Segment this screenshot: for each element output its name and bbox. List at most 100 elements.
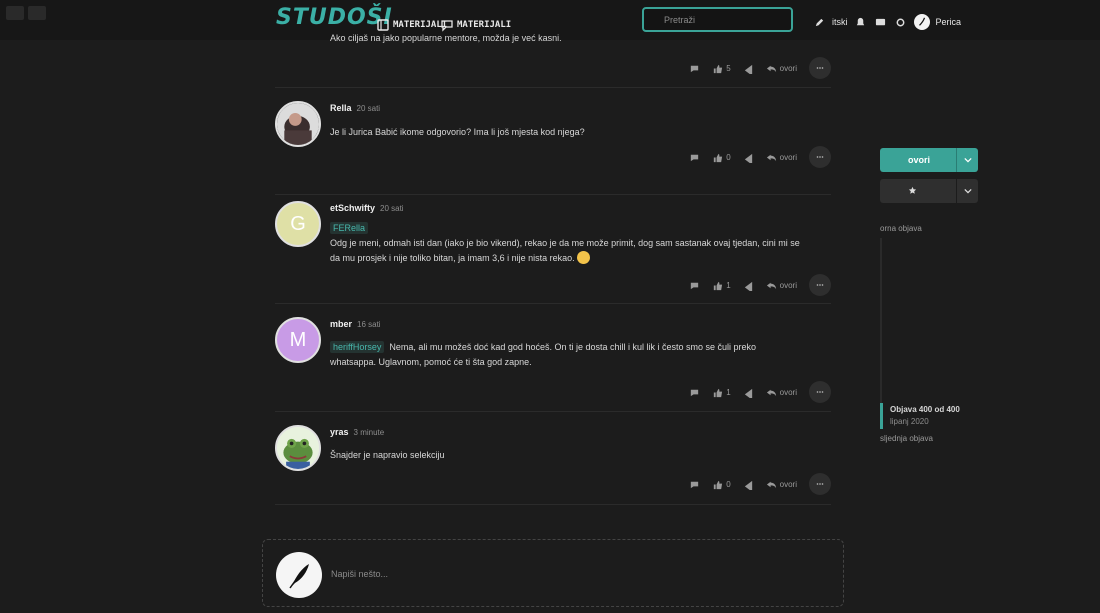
share-button[interactable] <box>743 152 754 163</box>
post-time[interactable]: 20 sati <box>357 104 381 113</box>
mention-link[interactable]: heriffHorsey <box>330 341 385 353</box>
post-text: Je li Jurica Babić ikome odgovorio? Ima … <box>330 127 585 137</box>
message-icon[interactable] <box>874 15 888 29</box>
post-time[interactable]: 16 sati <box>357 320 381 329</box>
search-input[interactable] <box>644 9 791 30</box>
more-options-icon[interactable] <box>809 274 831 296</box>
reply-label: ovori <box>779 280 797 290</box>
scrubber-position-date: lipanj 2020 <box>890 417 929 426</box>
share-button[interactable] <box>743 479 754 490</box>
reply-button[interactable]: ovori <box>766 63 797 74</box>
post-item: Rella 20 sati Je li Jurica Babić ikome o… <box>275 88 831 195</box>
reply-quote-button[interactable] <box>689 280 700 291</box>
mention-link[interactable]: FERella <box>330 222 369 234</box>
feather-icon <box>276 552 322 598</box>
chevron-down-icon[interactable] <box>956 148 978 172</box>
author-name[interactable]: mber <box>330 319 352 329</box>
more-options-icon[interactable] <box>809 57 831 79</box>
more-options-icon[interactable] <box>809 381 831 403</box>
reply-button[interactable]: ovori <box>766 479 797 490</box>
reply-icon <box>766 65 776 72</box>
avatar-letter: G <box>290 212 306 235</box>
post-text-block: heriffHorsey Nema, ali mu možeš doć kad … <box>330 340 800 370</box>
like-button[interactable]: 1 <box>712 387 731 398</box>
scrubber-track[interactable] <box>880 238 882 403</box>
scrubber-last-post-link[interactable]: sljednja objava <box>880 434 933 443</box>
post-text: Šnajder je napravio selekciju <box>330 450 445 460</box>
like-button[interactable]: 0 <box>712 152 731 163</box>
quote-icon <box>691 65 699 72</box>
author-name[interactable]: etSchwifty <box>330 203 375 213</box>
chevron-down-icon[interactable] <box>956 179 978 203</box>
reply-composer[interactable] <box>262 539 844 607</box>
post-feed: Ako ciljaš na jako popularne mentore, mo… <box>275 28 831 505</box>
thumbs-up-icon <box>714 64 723 73</box>
notifications-icon[interactable] <box>28 6 46 20</box>
thumbs-up-icon <box>714 281 723 290</box>
like-button[interactable]: 1 <box>712 280 731 291</box>
reply-quote-button[interactable] <box>689 152 700 163</box>
user-area: itski Perica <box>812 14 961 30</box>
like-count: 0 <box>726 479 731 489</box>
more-options-icon[interactable] <box>809 146 831 168</box>
scrubber-position-label: Objava 400 od 400 <box>890 405 960 414</box>
post-time[interactable]: 3 minute <box>354 428 385 437</box>
author-line: etSchwifty 20 sati <box>330 203 404 213</box>
quote-icon <box>691 389 699 396</box>
thumbs-up-icon <box>714 153 723 162</box>
username-partial[interactable]: itski <box>832 17 848 27</box>
post-item: G etSchwifty 20 sati FERella Odg je meni… <box>275 195 831 304</box>
reply-quote-button[interactable] <box>689 63 700 74</box>
bell-icon[interactable] <box>854 15 868 29</box>
avatar[interactable] <box>275 101 321 147</box>
author-line: yras 3 minute <box>330 427 384 437</box>
share-button[interactable] <box>743 63 754 74</box>
edit-icon[interactable] <box>812 15 826 29</box>
post-actions: 1 ovori <box>689 274 831 296</box>
quote-icon <box>691 481 699 488</box>
reply-label: ovori <box>779 479 797 489</box>
avatar[interactable]: G <box>275 201 321 247</box>
share-button[interactable] <box>743 280 754 291</box>
post-actions: 1 ovori <box>689 381 831 403</box>
post-item: M mber 16 sati heriffHorsey Nema, ali mu… <box>275 304 831 412</box>
reply-button[interactable]: ovori <box>766 280 797 291</box>
quote-icon <box>691 282 699 289</box>
scrubber-handle[interactable] <box>880 403 883 429</box>
reply-icon <box>766 389 776 396</box>
post-actions: 0 ovori <box>689 146 831 168</box>
reply-label: ovori <box>779 63 797 73</box>
reply-icon <box>766 154 776 161</box>
post-time[interactable]: 20 sati <box>380 204 404 213</box>
like-button[interactable]: 0 <box>712 479 731 490</box>
avatar[interactable]: M <box>275 317 321 363</box>
follow-button[interactable] <box>880 179 978 203</box>
scrubber-position: Objava 400 od 400 lipanj 2020 <box>890 405 990 426</box>
user-name[interactable]: Perica <box>936 17 962 27</box>
more-options-icon[interactable] <box>809 473 831 495</box>
avatar[interactable] <box>275 425 321 471</box>
user-avatar[interactable] <box>913 14 930 30</box>
reply-quote-button[interactable] <box>689 479 700 490</box>
menu-icon[interactable] <box>6 6 24 20</box>
post-text: Odg je meni, odmah isti dan (iako je bio… <box>330 238 800 263</box>
share-button[interactable] <box>743 387 754 398</box>
composer-input[interactable] <box>331 564 811 584</box>
share-icon <box>744 480 752 490</box>
post-text-block: FERella Odg je meni, odmah isti dan (iak… <box>330 221 800 266</box>
settings-icon[interactable] <box>894 15 908 29</box>
author-name[interactable]: Rella <box>330 103 352 113</box>
top-left-controls <box>6 6 46 20</box>
author-name[interactable]: yras <box>330 427 349 437</box>
like-button[interactable]: 5 <box>712 63 731 74</box>
share-icon <box>744 64 752 74</box>
reply-button[interactable]: ovori <box>766 387 797 398</box>
share-icon <box>744 388 752 398</box>
reply-button[interactable]: ovori <box>766 152 797 163</box>
reply-primary-label: ovori <box>908 155 931 165</box>
scrubber-first-post-link[interactable]: orna objava <box>880 224 922 233</box>
post-text: Nema, ali mu možeš doć kad god hoćeš. On… <box>330 342 757 367</box>
thumbs-up-icon <box>714 480 723 489</box>
reply-primary-button[interactable]: ovori <box>880 148 978 172</box>
reply-quote-button[interactable] <box>689 387 700 398</box>
